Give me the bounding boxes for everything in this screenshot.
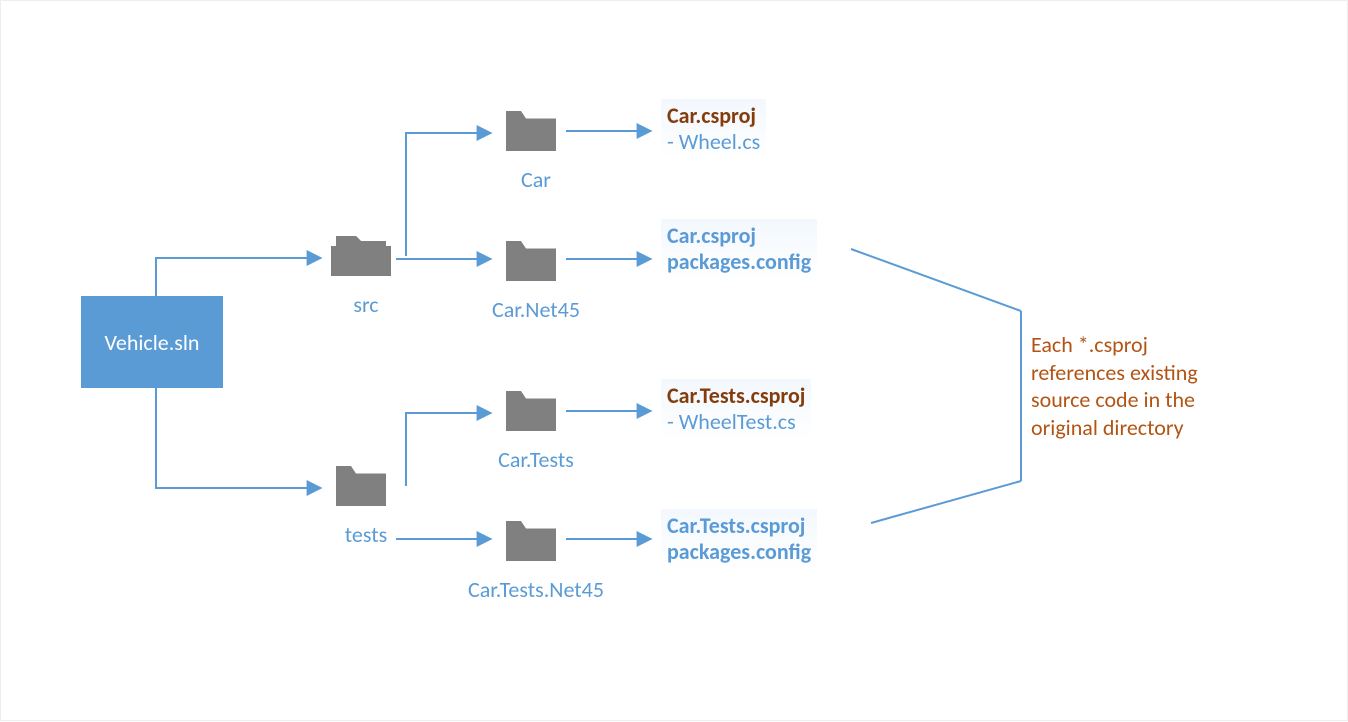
folder-icon <box>501 511 561 571</box>
folder-src <box>331 226 391 286</box>
folder-car <box>501 101 561 161</box>
file-line2: packages.config <box>667 539 811 565</box>
solution-box: Vehicle.sln <box>81 296 223 388</box>
note-line: references existing <box>1031 359 1261 387</box>
note-line: Each *.csproj <box>1031 331 1261 359</box>
solution-label: Vehicle.sln <box>104 329 199 356</box>
annotation-note: Each *.csproj references existing source… <box>1031 331 1261 441</box>
folder-car-net45-label: Car.Net45 <box>481 296 591 323</box>
folder-car-tests-net45-label: Car.Tests.Net45 <box>456 576 616 603</box>
file-line2: packages.config <box>667 249 811 275</box>
folder-car-tests-net45 <box>501 511 561 571</box>
file-proj: Car.Tests.csproj <box>667 383 805 409</box>
file-proj: Car.csproj <box>667 223 811 249</box>
folder-icon <box>331 456 391 516</box>
folder-icon <box>501 231 561 291</box>
note-line: original directory <box>1031 414 1261 442</box>
folder-tests <box>331 456 391 516</box>
folder-car-tests <box>501 381 561 441</box>
filebox-car: Car.csproj - Wheel.cs <box>661 99 766 160</box>
file-line2: - WheelTest.cs <box>667 409 805 435</box>
filebox-car-tests: Car.Tests.csproj - WheelTest.cs <box>661 379 811 440</box>
folder-car-tests-label: Car.Tests <box>486 446 586 473</box>
diagram-canvas: Vehicle.sln src tests Car Car.Net45 Car.… <box>0 0 1348 721</box>
folder-tests-label: tests <box>336 521 396 548</box>
filebox-car-tests-net45: Car.Tests.csproj packages.config <box>661 509 817 570</box>
filebox-car-net45: Car.csproj packages.config <box>661 219 817 280</box>
folder-car-label: Car <box>511 166 561 193</box>
file-line2: - Wheel.cs <box>667 129 760 155</box>
note-line: source code in the <box>1031 386 1261 414</box>
folder-car-net45 <box>501 231 561 291</box>
folder-icon <box>501 381 561 441</box>
folder-icon <box>501 101 561 161</box>
file-proj: Car.Tests.csproj <box>667 513 811 539</box>
folder-src-label: src <box>336 291 396 318</box>
folder-icon <box>331 226 391 286</box>
file-proj: Car.csproj <box>667 103 760 129</box>
